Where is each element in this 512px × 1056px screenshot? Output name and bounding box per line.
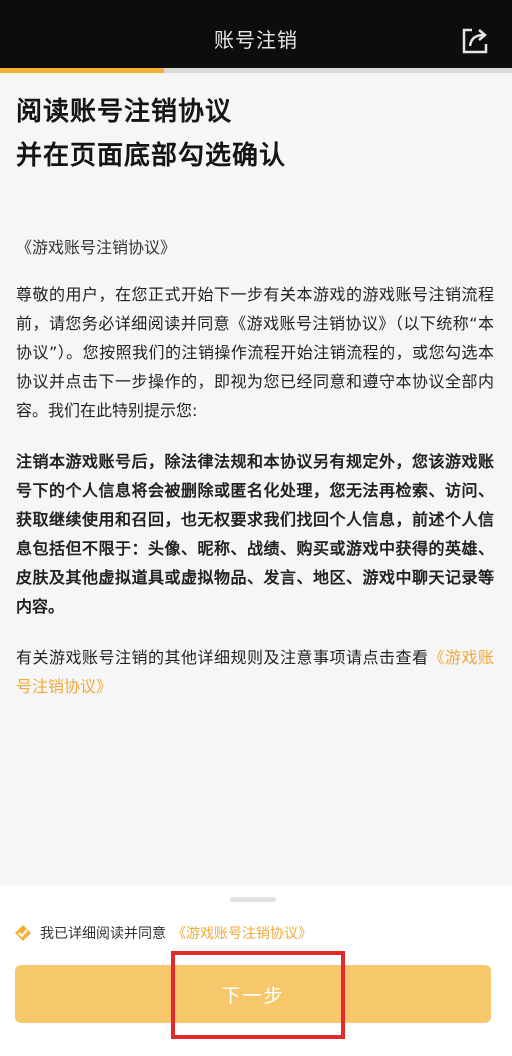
agreement-paragraph-3-text: 有关游戏账号注销的其他详细规则及注意事项请点击查看	[16, 648, 429, 667]
top-bar: 账号注销	[0, 0, 512, 68]
agreement-paragraph-3: 有关游戏账号注销的其他详细规则及注意事项请点击查看《游戏账号注销协议》	[16, 643, 494, 701]
agree-link[interactable]: 《游戏账号注销协议》	[172, 923, 312, 943]
agree-checkbox-row[interactable]: 我已详细阅读并同意 《游戏账号注销协议》	[14, 923, 312, 943]
page-title: 账号注销	[214, 28, 298, 52]
bottom-panel: 我已详细阅读并同意 《游戏账号注销协议》 下一步	[0, 885, 512, 1056]
share-icon[interactable]	[458, 24, 492, 58]
heading-line-1: 阅读账号注销协议	[16, 97, 233, 127]
step-progress-fill	[0, 68, 164, 73]
step-progress-bar	[0, 68, 512, 73]
document-title: 《游戏账号注销协议》	[16, 238, 177, 257]
next-step-button[interactable]: 下一步	[15, 965, 491, 1023]
drag-handle[interactable]	[230, 897, 276, 902]
agreement-paragraph-2: 注销本游戏账号后，除法律法规和本协议另有规定外，您该游戏账号下的个人信息将会被删…	[16, 452, 494, 616]
checkbox-icon[interactable]	[14, 924, 32, 942]
agree-text: 我已详细阅读并同意	[40, 926, 166, 942]
heading-line-2: 并在页面底部勾选确认	[16, 141, 287, 171]
agreement-content: 阅读账号注销协议 并在页面底部勾选确认 《游戏账号注销协议》 尊敬的用户，在您正…	[16, 90, 494, 701]
agreement-paragraph-1: 尊敬的用户，在您正式开始下一步有关本游戏的游戏账号注销流程前，请您务必详细阅读并…	[16, 285, 494, 420]
